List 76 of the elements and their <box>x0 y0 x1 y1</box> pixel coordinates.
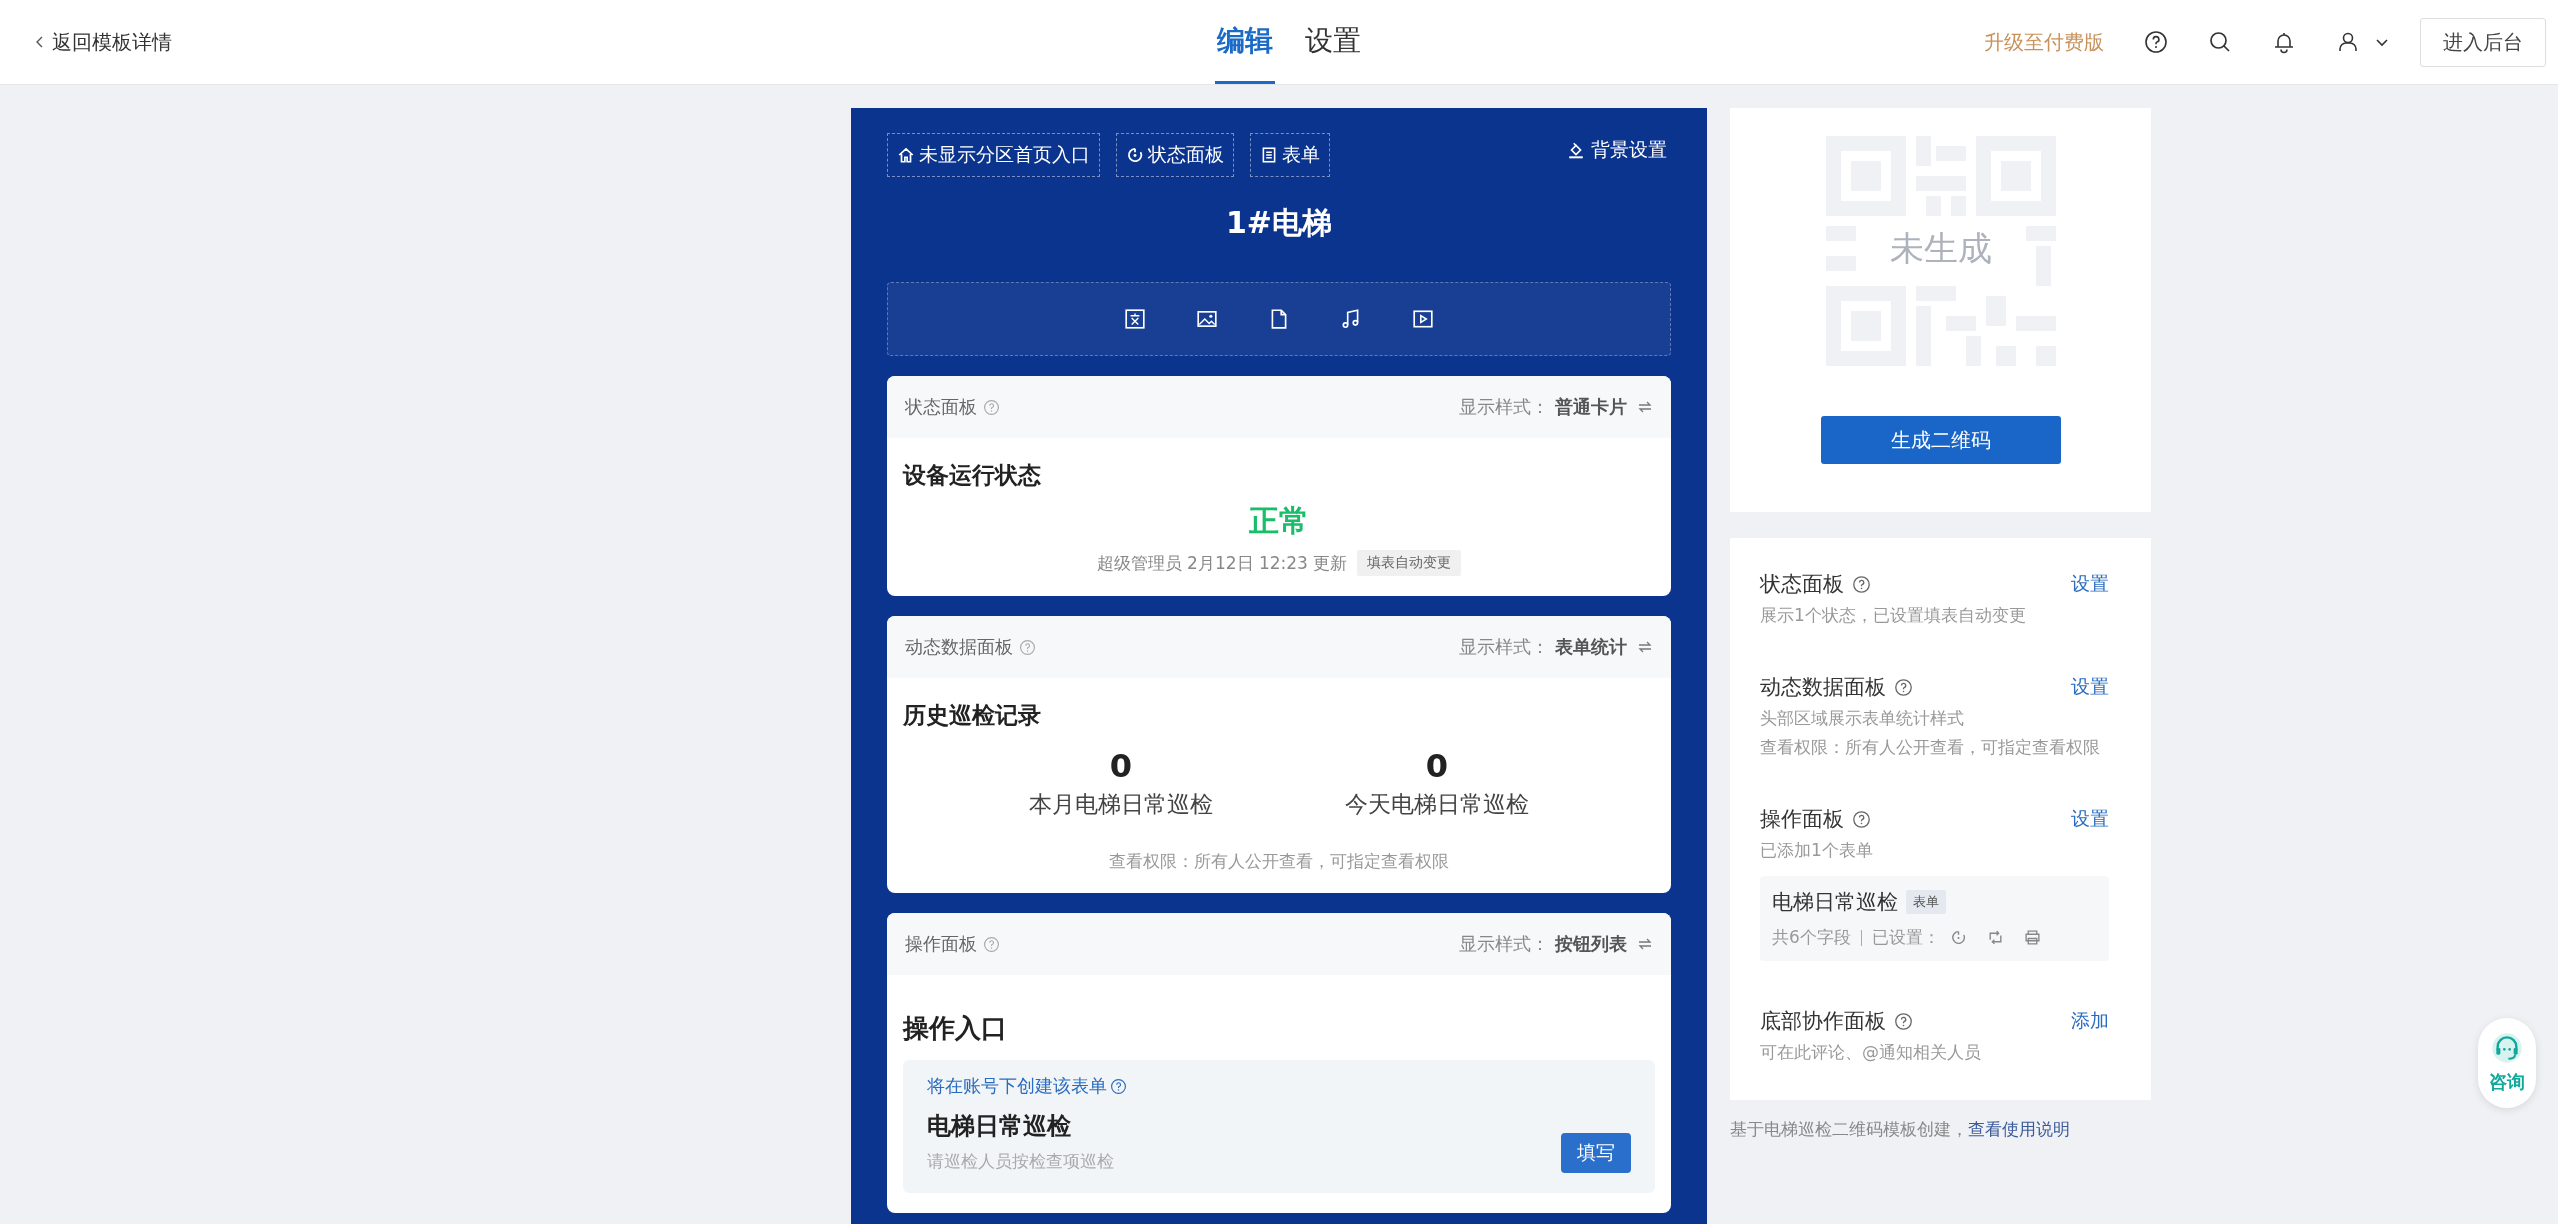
print-icon <box>2023 929 2041 946</box>
video-icon[interactable] <box>1412 308 1434 330</box>
usage-guide-link[interactable]: 查看使用说明 <box>1968 1119 2070 1139</box>
setting-link[interactable]: 设置 <box>2071 674 2109 700</box>
form-tag: 表单 <box>1906 890 1946 914</box>
section-chip[interactable]: 表单 <box>1250 133 1330 177</box>
stat-value: 0 <box>1108 747 1134 785</box>
panel-heading: 历史巡检记录 <box>903 701 1042 730</box>
section-chip[interactable]: 未显示分区首页入口 <box>887 133 1100 177</box>
admin-button[interactable]: 进入后台 <box>2420 17 2546 67</box>
panel-label: 动态数据面板 <box>905 635 1013 659</box>
help-icon[interactable] <box>1894 1011 1913 1031</box>
update-info: 超级管理员 2月12日 12:23 更新 <box>1096 551 1348 575</box>
help-icon[interactable] <box>1852 809 1871 829</box>
home-icon <box>897 146 915 164</box>
form-icon <box>1260 146 1278 164</box>
tab[interactable]: 设置 <box>1303 0 1363 84</box>
stat-value: 0 <box>1424 747 1450 785</box>
setting-title: 底部协作面板 <box>1760 1008 1886 1035</box>
swap-icon[interactable] <box>1637 399 1653 415</box>
setting-title: 操作面板 <box>1760 806 1844 833</box>
style-label: 显示样式： <box>1459 395 1549 419</box>
style-label: 显示样式： <box>1459 932 1549 956</box>
panel-label: 状态面板 <box>905 395 977 419</box>
stat-label: 本月电梯日常巡检 <box>1029 790 1213 819</box>
setting-description: 可在此评论、@通知相关人员 <box>1760 1041 1982 1064</box>
style-value[interactable]: 按钮列表 <box>1555 932 1627 956</box>
help-icon[interactable] <box>2144 30 2168 54</box>
status-value: 正常 <box>1248 502 1310 540</box>
headset-icon <box>2491 1032 2523 1064</box>
setting-link[interactable]: 设置 <box>2071 571 2109 597</box>
help-icon[interactable] <box>1852 574 1871 594</box>
setting-link[interactable]: 设置 <box>2071 806 2109 832</box>
style-label: 显示样式： <box>1459 635 1549 659</box>
sync-icon <box>1986 929 2004 946</box>
permission-note: 查看权限：所有人公开查看，可指定查看权限 <box>1108 850 1450 873</box>
setting-description: 查看权限：所有人公开查看，可指定查看权限 <box>1760 736 2101 759</box>
tab[interactable]: 编辑 <box>1215 0 1275 84</box>
user-icon <box>2336 30 2360 54</box>
generate-qr-button[interactable]: 生成二维码 <box>1820 416 2061 464</box>
image-icon[interactable] <box>1196 308 1218 330</box>
setting-title: 状态面板 <box>1760 571 1844 598</box>
auto-change-tag: 填表自动变更 <box>1357 550 1462 576</box>
style-value[interactable]: 表单统计 <box>1555 635 1627 659</box>
field-count: 共6个字段 <box>1772 926 1851 949</box>
back-link[interactable]: 返回模板详情 <box>32 28 172 56</box>
configured-label: 已设置： <box>1871 926 1940 949</box>
stat-label: 今天电梯日常巡检 <box>1345 790 1529 819</box>
form-title: 电梯日常巡检 <box>927 1111 1072 1142</box>
help-icon[interactable] <box>1894 677 1913 697</box>
panel-heading: 操作入口 <box>903 1012 1008 1045</box>
text-block-icon[interactable] <box>1124 308 1146 330</box>
swap-icon[interactable] <box>1637 639 1653 655</box>
setting-title: 动态数据面板 <box>1760 674 1886 701</box>
user-menu[interactable] <box>2336 30 2390 54</box>
setting-description: 头部区域展示表单统计样式 <box>1760 707 1965 730</box>
paint-bucket-icon <box>1567 141 1585 159</box>
style-value[interactable]: 普通卡片 <box>1555 395 1627 419</box>
setting-link[interactable]: 添加 <box>2071 1008 2109 1034</box>
panel-heading: 设备运行状态 <box>903 461 1042 490</box>
setting-description: 展示1个状态，已设置填表自动变更 <box>1760 604 2027 627</box>
section-chip[interactable]: 状态面板 <box>1116 133 1234 177</box>
dial-icon <box>1126 146 1144 164</box>
create-form-hint: 将在账号下创建该表单 <box>927 1074 1107 1098</box>
refresh-icon <box>1949 929 1967 946</box>
search-icon[interactable] <box>2208 30 2232 54</box>
form-description: 请巡检人员按检查项巡检 <box>927 1150 1114 1173</box>
form-name: 电梯日常巡检 <box>1772 889 1898 916</box>
background-settings-button[interactable]: 背景设置 <box>1563 133 1671 167</box>
fill-button[interactable]: 填写 <box>1561 1133 1631 1173</box>
setting-description: 已添加1个表单 <box>1760 839 1874 862</box>
page-title: 1#电梯 <box>1225 204 1333 242</box>
swap-icon[interactable] <box>1637 936 1653 952</box>
template-source-text: 基于电梯巡检二维码模板创建， <box>1730 1119 1968 1139</box>
bell-icon[interactable] <box>2272 30 2296 54</box>
panel-label: 操作面板 <box>905 932 977 956</box>
